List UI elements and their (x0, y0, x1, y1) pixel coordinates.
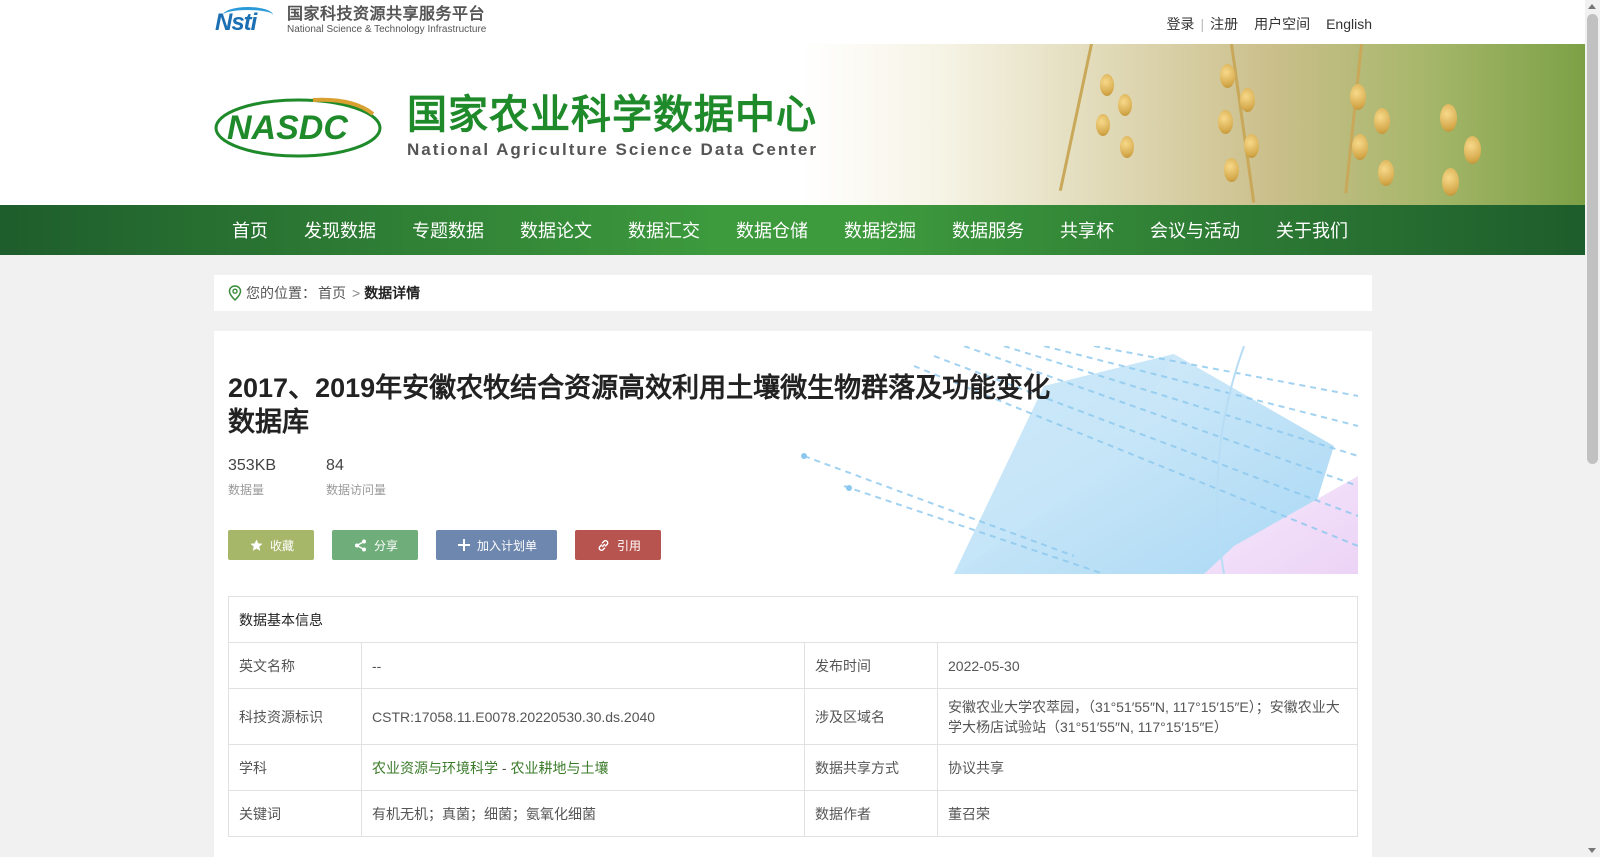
nav-item-data-repository[interactable]: 数据仓储 (718, 217, 826, 243)
data-size-value: 353KB (228, 457, 277, 474)
platform-name-en: National Science & Technology Infrastruc… (287, 24, 487, 35)
share-icon (355, 539, 366, 551)
table-row: 科技资源标识 CSTR:17058.11.E0078.20220530.30.d… (228, 688, 1358, 745)
scrollbar-thumb[interactable] (1587, 14, 1598, 464)
main-nav: 首页 发现数据 专题数据 数据论文 数据汇交 数据仓储 数据挖掘 数据服务 共享… (0, 205, 1585, 255)
cstr-label: 科技资源标识 (228, 688, 362, 745)
keywords-value: 有机无机；真菌；细菌；氨氧化细菌 (361, 790, 805, 837)
subject-separator: - (501, 759, 507, 776)
center-title-en: National Agriculture Science Data Center (407, 140, 818, 159)
link-separator: | (1200, 16, 1205, 32)
breadcrumb-separator: > (352, 285, 361, 301)
nav-item-discover-data[interactable]: 发现数据 (286, 217, 394, 243)
add-to-plan-button[interactable]: 加入计划单 (436, 530, 557, 560)
action-buttons: 收藏 分享 加入计划单 引用 (228, 530, 679, 560)
nav-item-data-mining[interactable]: 数据挖掘 (826, 217, 934, 243)
nav-item-data-services[interactable]: 数据服务 (934, 217, 1042, 243)
scroll-up-arrow-icon[interactable] (1588, 4, 1596, 9)
center-title-cn: 国家农业科学数据中心 (407, 93, 817, 137)
table-row: 关键词 有机无机；真菌；细菌；氨氧化细菌 数据作者 董召荣 (228, 790, 1358, 837)
visit-count-value: 84 (326, 457, 344, 474)
breadcrumb-current: 数据详情 (364, 285, 421, 301)
english-link[interactable]: English (1326, 16, 1372, 32)
star-icon (250, 539, 263, 551)
english-name-value: -- (361, 642, 805, 689)
author-label: 数据作者 (804, 790, 938, 837)
scroll-down-arrow-icon[interactable] (1588, 848, 1596, 853)
favorite-button-label: 收藏 (270, 538, 295, 553)
platform-name-cn: 国家科技资源共享服务平台 (287, 6, 486, 23)
region-label: 涉及区域名 (804, 688, 938, 745)
top-links: 登录 | 注册 用户空间 English (1166, 14, 1372, 34)
link-icon (598, 539, 609, 551)
keywords-label: 关键词 (228, 790, 362, 837)
cite-button-label: 引用 (617, 538, 642, 553)
cite-button[interactable]: 引用 (575, 530, 661, 560)
subject-link-secondary[interactable]: 农业耕地与土壤 (510, 760, 608, 776)
favorite-button[interactable]: 收藏 (228, 530, 314, 560)
login-link[interactable]: 登录 (1166, 14, 1194, 34)
nsti-mark-icon: Nsti (213, 7, 279, 36)
nsti-logo[interactable]: Nsti 国家科技资源共享服务平台 National Science & Tec… (213, 6, 487, 37)
rice-banner-image (800, 44, 1585, 205)
register-link[interactable]: 注册 (1210, 14, 1238, 34)
sharing-mode-value: 协议共享 (937, 744, 1358, 791)
plus-icon (458, 539, 470, 551)
basic-info-header: 数据基本信息 (228, 596, 1358, 643)
nav-item-data-papers[interactable]: 数据论文 (502, 217, 610, 243)
breadcrumb-prefix: 您的位置： (246, 285, 316, 301)
author-value: 董召荣 (937, 790, 1358, 837)
user-space-link[interactable]: 用户空间 (1254, 14, 1310, 34)
cstr-value: CSTR:17058.11.E0078.20220530.30.ds.2040 (361, 688, 805, 745)
nav-item-home[interactable]: 首页 (214, 217, 286, 243)
dataset-title: 2017、2019年安徽农牧结合资源高效利用土壤微生物群落及功能变化数据库 (228, 373, 1051, 437)
nav-item-data-submission[interactable]: 数据汇交 (610, 217, 718, 243)
header-banner: NASDC 国家农业科学数据中心 National Agriculture Sc… (0, 44, 1585, 205)
svg-text:NASDC: NASDC (227, 109, 348, 147)
table-row: 学科 农业资源与环境科学 - 农业耕地与土壤 数据共享方式 协议共享 (228, 744, 1358, 791)
dataset-detail-card: 2017、2019年安徽农牧结合资源高效利用土壤微生物群落及功能变化数据库 35… (214, 331, 1372, 857)
publish-date-value: 2022-05-30 (937, 642, 1358, 689)
nasdc-logo-icon[interactable]: NASDC (213, 94, 383, 160)
table-row: 英文名称 -- 发布时间 2022-05-30 (228, 642, 1358, 689)
subject-label: 学科 (228, 744, 362, 791)
dataset-stats: 353KB 数据量 84 数据访问量 (228, 457, 436, 498)
basic-info-table: 数据基本信息 英文名称 -- 发布时间 2022-05-30 科技资源标识 CS… (228, 596, 1358, 837)
publish-date-label: 发布时间 (804, 642, 938, 689)
breadcrumb-home-link[interactable]: 首页 (318, 283, 346, 303)
nav-item-about[interactable]: 关于我们 (1258, 217, 1366, 243)
data-size-label: 数据量 (228, 483, 265, 497)
english-name-label: 英文名称 (228, 642, 362, 689)
nav-item-events[interactable]: 会议与活动 (1132, 217, 1258, 243)
breadcrumb: 您的位置： 首页 > 数据详情 (214, 275, 1372, 311)
page-scrollbar[interactable] (1585, 0, 1600, 857)
region-value: 安徽农业大学农萃园，（31°51′55″N, 117°15′15″E）；安徽农业… (937, 688, 1358, 745)
location-pin-icon (228, 285, 242, 301)
add-to-plan-button-label: 加入计划单 (477, 538, 538, 553)
sharing-mode-label: 数据共享方式 (804, 744, 938, 791)
nav-item-share-cup[interactable]: 共享杯 (1042, 217, 1132, 243)
subject-value: 农业资源与环境科学 - 农业耕地与土壤 (361, 744, 805, 791)
subject-link-primary[interactable]: 农业资源与环境科学 (372, 760, 498, 776)
visit-count-label: 数据访问量 (326, 483, 387, 497)
top-bar: Nsti 国家科技资源共享服务平台 National Science & Tec… (0, 0, 1585, 44)
share-button[interactable]: 分享 (332, 530, 418, 560)
share-button-label: 分享 (374, 538, 399, 553)
nav-item-topic-data[interactable]: 专题数据 (394, 217, 502, 243)
